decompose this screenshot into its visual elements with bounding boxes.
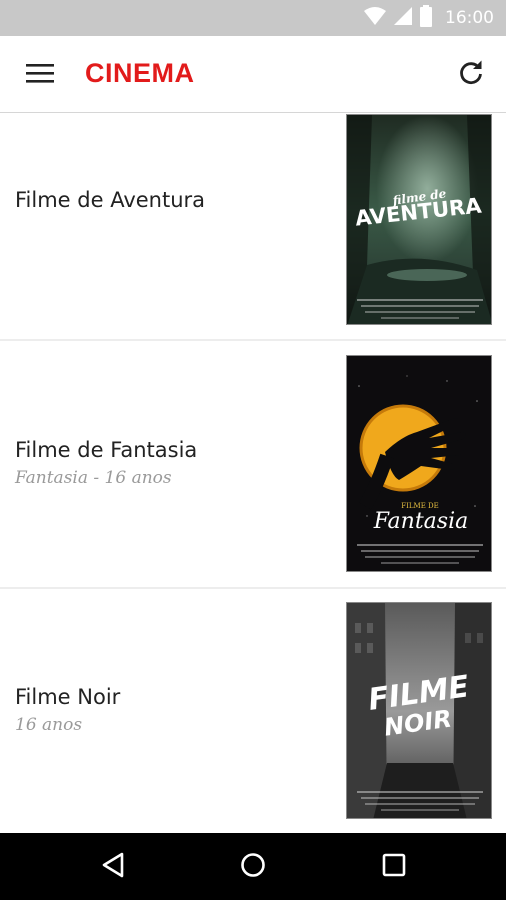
movie-title: Filme Noir	[15, 685, 121, 709]
battery-icon	[419, 5, 433, 31]
menu-button[interactable]	[20, 58, 60, 92]
movie-title: Filme de Fantasia	[15, 438, 198, 462]
movie-title: Filme de Aventura	[15, 188, 206, 212]
poster-label-main: Fantasia	[373, 509, 468, 534]
recents-button[interactable]	[374, 849, 414, 885]
movie-list[interactable]: Filme de Aventura filme de AVENTURA Film…	[0, 114, 506, 833]
back-button[interactable]	[93, 849, 133, 885]
movie-text: Filme Noir 16 anos	[15, 685, 120, 735]
home-icon	[240, 852, 266, 882]
wifi-icon	[363, 6, 387, 30]
status-time: 16:00	[445, 8, 494, 28]
movie-poster-fantasia: FILME DE Fantasia	[346, 355, 492, 572]
movie-poster-noir: FILME NOIR	[346, 602, 492, 819]
status-bar: 16:00	[0, 0, 506, 36]
app-bar: CINEMA	[0, 36, 506, 113]
movie-row-noir[interactable]: Filme Noir 16 anos FILME NOIR	[0, 589, 506, 833]
menu-icon	[26, 63, 54, 87]
status-icons: 16:00	[363, 0, 494, 36]
movie-subtitle: Fantasia - 16 anos	[15, 468, 172, 488]
home-button[interactable]	[233, 849, 273, 885]
app-title: CINEMA	[85, 58, 195, 88]
navigation-bar	[0, 833, 506, 900]
movie-row-aventura[interactable]: Filme de Aventura filme de AVENTURA	[0, 114, 506, 339]
refresh-button[interactable]	[452, 56, 490, 94]
movie-poster-aventura: filme de AVENTURA	[346, 114, 492, 325]
signal-icon	[393, 6, 413, 30]
movie-subtitle: 16 anos	[15, 715, 83, 735]
back-icon	[101, 852, 125, 882]
refresh-icon	[458, 60, 484, 90]
recents-icon	[382, 853, 406, 881]
movie-text: Filme de Fantasia Fantasia - 16 anos	[15, 438, 197, 488]
movie-row-fantasia[interactable]: Filme de Fantasia Fantasia - 16 anos FIL…	[0, 341, 506, 587]
movie-text: Filme de Aventura	[15, 188, 205, 212]
